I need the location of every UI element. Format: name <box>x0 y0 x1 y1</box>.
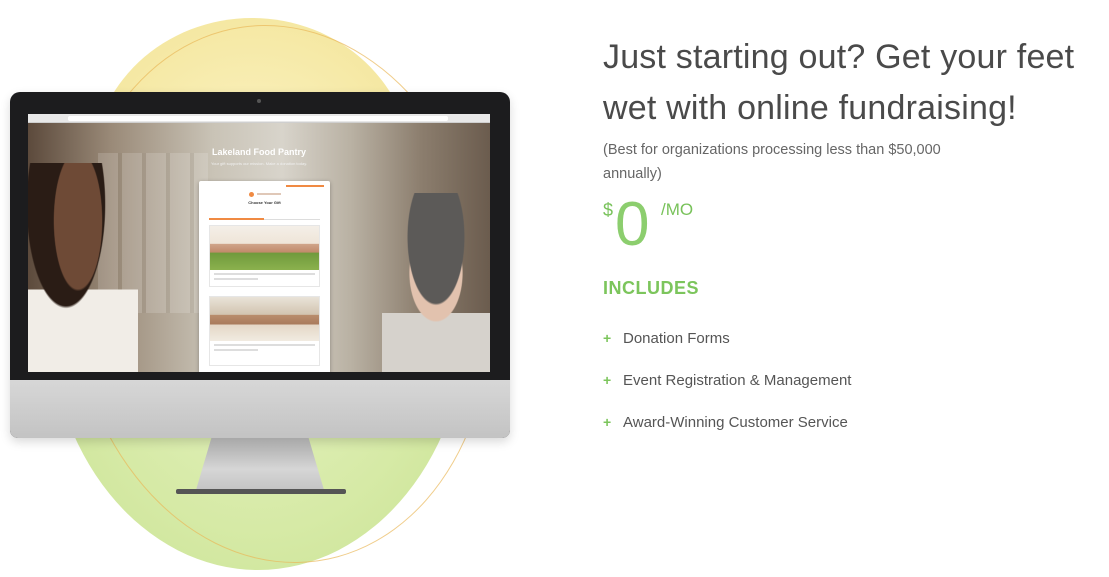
includes-title: INCLUDES <box>603 278 700 298</box>
monitor-chin <box>10 380 510 438</box>
site-subtitle: Your gift supports our mission. Make a d… <box>210 161 308 166</box>
browser-bar <box>28 114 490 123</box>
form-tab-one <box>209 212 264 220</box>
pricing-plan: Just starting out? Get your feet wet wit… <box>603 32 1103 443</box>
plus-icon: + <box>603 414 612 430</box>
org-logo-icon <box>249 192 254 197</box>
camera-icon <box>257 99 261 103</box>
gift-tile <box>209 225 320 287</box>
plan-subnote: (Best for organizations processing less … <box>603 142 941 182</box>
feature-label: Donation Forms <box>623 329 730 347</box>
monitor-stand-base <box>176 489 346 494</box>
form-tab-two <box>265 212 320 220</box>
feature-item: + Donation Forms <box>603 317 1103 359</box>
donation-form-card: Choose Your Gift <box>199 181 330 372</box>
price-amount: 0 <box>615 190 650 259</box>
feature-label: Award-Winning Customer Service <box>623 413 848 431</box>
feature-list: + Donation Forms + Event Registration & … <box>603 317 1103 443</box>
elderly-woman-photo <box>382 193 490 372</box>
feature-item: + Event Registration & Management <box>603 359 1103 401</box>
product-illustration: Lakeland Food Pantry Your gift supports … <box>0 0 560 577</box>
site-title: Lakeland Food Pantry <box>211 147 307 157</box>
plus-icon: + <box>603 372 612 388</box>
price-currency: $ <box>603 200 614 220</box>
price-period: /MO <box>661 200 694 219</box>
plan-price: $ 0 /MO <box>603 190 1103 259</box>
plan-headline: Just starting out? Get your feet wet wit… <box>603 38 1075 127</box>
plus-icon: + <box>603 330 612 346</box>
volunteer-photo <box>28 163 138 372</box>
form-heading: Choose Your Gift <box>248 200 281 205</box>
gift-tile <box>209 296 320 366</box>
background-photo: Lakeland Food Pantry Your gift supports … <box>28 123 490 372</box>
feature-label: Event Registration & Management <box>623 371 852 389</box>
desktop-monitor: Lakeland Food Pantry Your gift supports … <box>10 92 510 438</box>
gift-image <box>210 297 319 341</box>
feature-item: + Award-Winning Customer Service <box>603 401 1103 443</box>
monitor-stand <box>196 438 324 490</box>
form-tabs <box>209 212 320 220</box>
monitor-screen: Lakeland Food Pantry Your gift supports … <box>28 114 490 372</box>
gift-image <box>210 226 319 270</box>
